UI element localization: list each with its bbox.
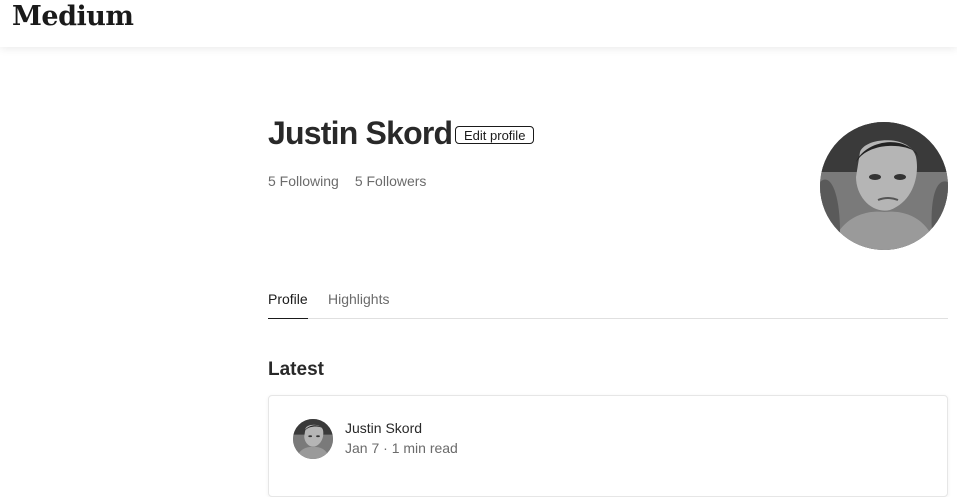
medium-logo[interactable]: Medium xyxy=(12,1,134,32)
post-meta: Jan 7 · 1 min read xyxy=(345,440,458,456)
following-link[interactable]: 5 Following xyxy=(268,173,339,189)
followers-link[interactable]: 5 Followers xyxy=(355,173,427,189)
post-card[interactable]: Justin Skord Jan 7 · 1 min read xyxy=(268,395,948,497)
profile-avatar[interactable] xyxy=(820,122,948,250)
edit-profile-button[interactable]: Edit profile xyxy=(455,126,535,144)
top-navigation-bar: Medium xyxy=(0,0,957,47)
profile-stats: 5 Following 5 Followers xyxy=(268,173,426,189)
tab-profile[interactable]: Profile xyxy=(268,290,308,319)
latest-heading: Latest xyxy=(268,359,324,380)
profile-name: Justin Skord xyxy=(268,115,453,151)
profile-tabs: Profile Highlights xyxy=(268,290,948,319)
tab-highlights[interactable]: Highlights xyxy=(328,290,389,318)
post-author-name[interactable]: Justin Skord xyxy=(345,420,422,436)
author-photo xyxy=(293,419,333,459)
profile-photo xyxy=(820,122,948,250)
author-avatar[interactable] xyxy=(293,419,333,459)
